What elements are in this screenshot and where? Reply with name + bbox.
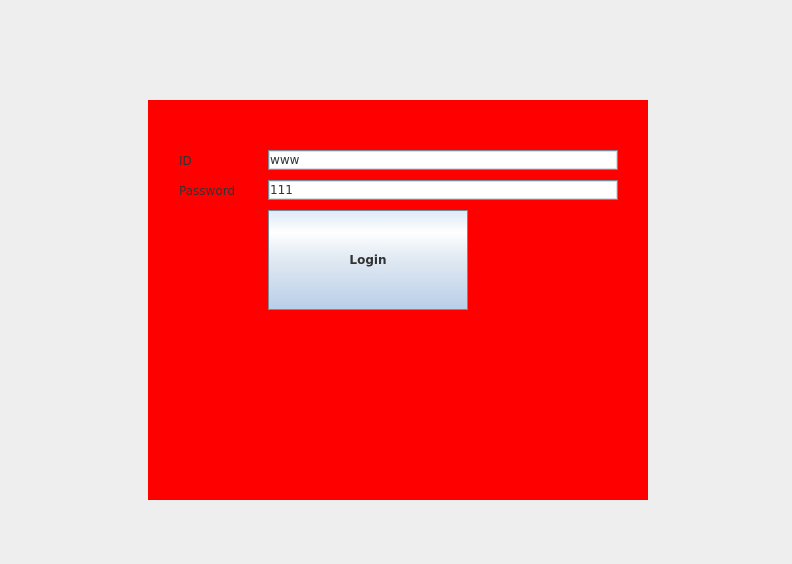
- id-label: ID: [179, 154, 192, 168]
- id-field[interactable]: [268, 150, 618, 170]
- password-field[interactable]: [268, 180, 618, 200]
- login-button[interactable]: Login: [268, 210, 468, 310]
- password-label: Password: [179, 184, 236, 198]
- login-panel: ID Password Login: [148, 100, 648, 500]
